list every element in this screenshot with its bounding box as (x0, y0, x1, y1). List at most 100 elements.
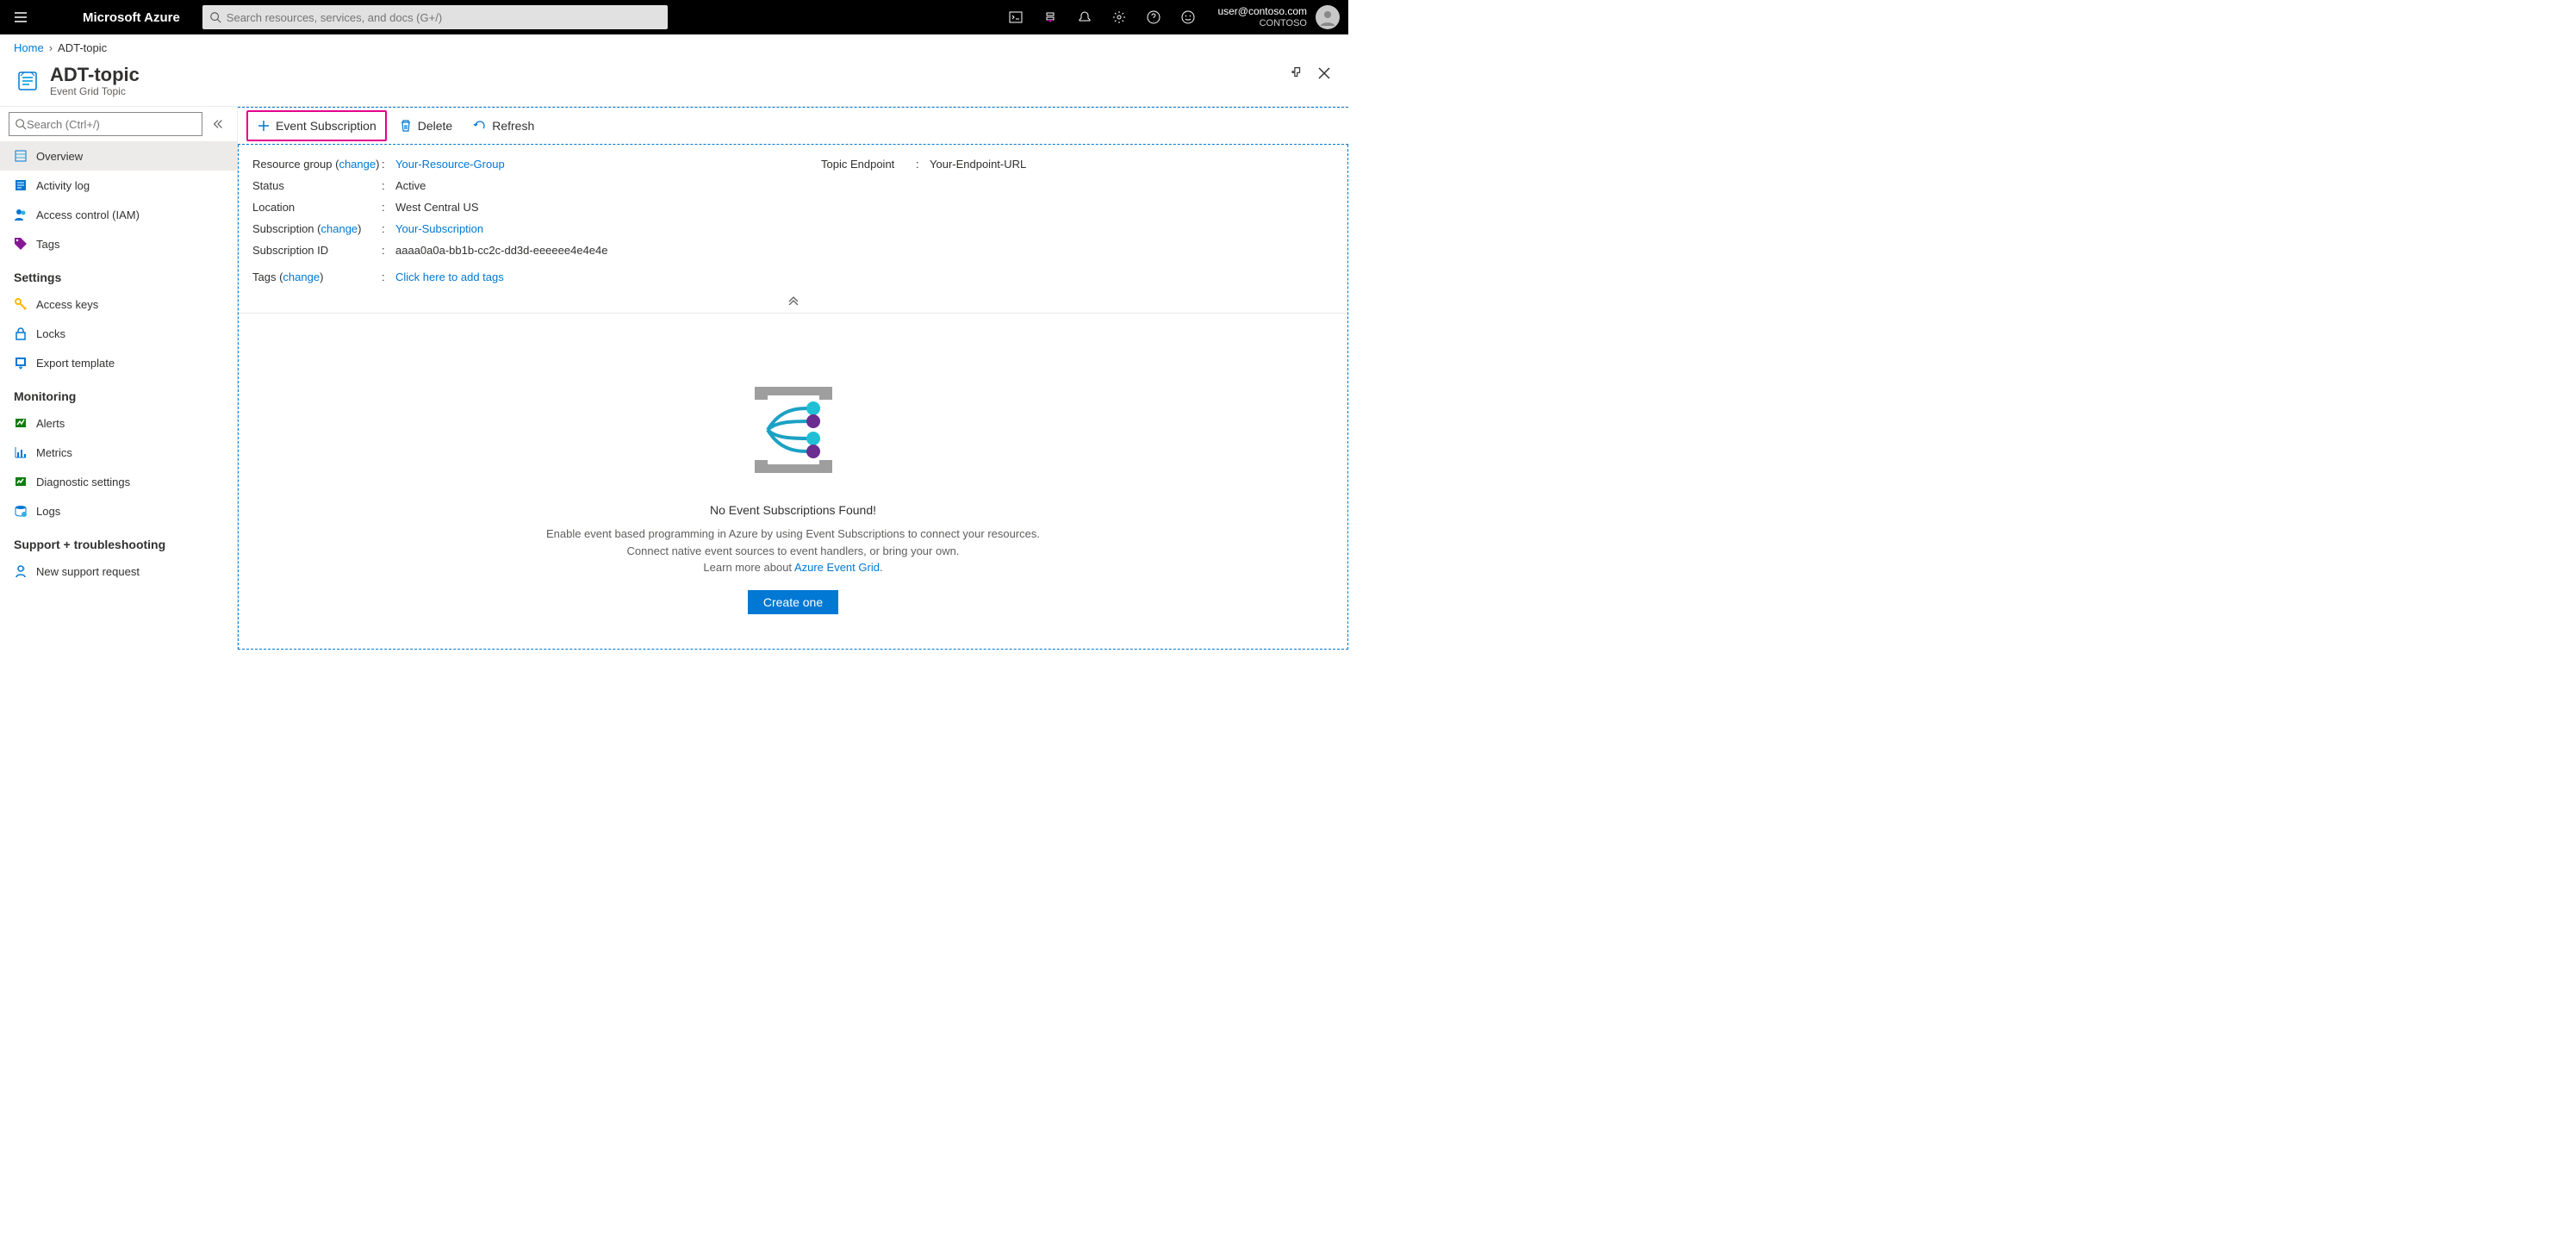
event-subscription-button[interactable]: Event Subscription (246, 110, 387, 141)
command-bar: Event Subscription Delete Refresh (238, 107, 1348, 145)
overview-icon (14, 149, 28, 163)
avatar[interactable] (1316, 5, 1340, 29)
nav-logs[interactable]: Logs (0, 496, 237, 526)
collapse-sidebar-button[interactable] (208, 114, 228, 134)
breadcrumb: Home › ADT-topic (0, 34, 1348, 61)
help-icon[interactable] (1136, 0, 1171, 34)
empty-state-desc-2: Connect native event sources to event ha… (256, 543, 1330, 560)
key-icon (14, 297, 28, 311)
feedback-icon[interactable] (1171, 0, 1205, 34)
plus-icon (257, 119, 271, 133)
tags-change-link[interactable]: change (283, 271, 320, 283)
nav-label: Locks (36, 327, 65, 340)
empty-state-desc-1: Enable event based programming in Azure … (256, 526, 1330, 543)
refresh-button[interactable]: Refresh (464, 112, 543, 140)
nav-label: Activity log (36, 179, 90, 192)
nav-label: Diagnostic settings (36, 476, 130, 488)
delete-icon (399, 119, 413, 133)
nav-label: Metrics (36, 446, 72, 459)
event-grid-illustration-icon (729, 374, 858, 486)
account-tenant: CONTOSO (1260, 18, 1307, 29)
nav-overview[interactable]: Overview (0, 141, 237, 171)
activity-log-icon (14, 178, 28, 192)
main-content: Event Subscription Delete Refresh Resour… (238, 107, 1348, 650)
brand-label: Microsoft Azure (41, 10, 194, 25)
close-icon[interactable] (1317, 66, 1335, 84)
status-value: Active (395, 179, 426, 192)
nav-label: Overview (36, 150, 83, 163)
nav-label: Logs (36, 505, 60, 518)
nav-export-template[interactable]: Export template (0, 348, 237, 377)
delete-button[interactable]: Delete (390, 112, 461, 140)
subscription-id-value: aaaa0a0a-bb1b-cc2c-dd3d-eeeeee4e4e4e (395, 244, 608, 257)
nav-locks[interactable]: Locks (0, 319, 237, 348)
nav-diagnostic-settings[interactable]: Diagnostic settings (0, 467, 237, 496)
notifications-icon[interactable] (1067, 0, 1102, 34)
pin-icon[interactable] (1290, 66, 1307, 84)
resource-group-label: Resource group (252, 158, 333, 171)
hamburger-menu[interactable] (0, 0, 41, 34)
collapse-essentials-button[interactable] (239, 293, 1347, 314)
nav-access-control[interactable]: Access control (IAM) (0, 200, 237, 229)
empty-state-desc-3-prefix: Learn more about (703, 561, 794, 574)
cmd-label: Event Subscription (276, 119, 376, 133)
global-search[interactable] (202, 5, 668, 29)
settings-icon[interactable] (1102, 0, 1136, 34)
chevron-right-icon: › (49, 41, 53, 54)
breadcrumb-current: ADT-topic (58, 41, 107, 54)
resource-sidebar: Overview Activity log Access control (IA… (0, 107, 238, 650)
page-title: ADT-topic (50, 65, 140, 85)
azure-event-grid-link[interactable]: Azure Event Grid (794, 561, 880, 574)
empty-state-title: No Event Subscriptions Found! (256, 503, 1330, 517)
nav-label: New support request (36, 565, 140, 578)
nav-activity-log[interactable]: Activity log (0, 171, 237, 200)
logs-icon (14, 504, 28, 518)
nav-tags[interactable]: Tags (0, 229, 237, 258)
location-value: West Central US (395, 201, 479, 214)
search-icon (15, 118, 27, 130)
cmd-label: Refresh (492, 119, 534, 133)
alerts-icon (14, 416, 28, 430)
event-grid-topic-icon (14, 67, 41, 95)
lock-icon (14, 327, 28, 340)
empty-state: No Event Subscriptions Found! Enable eve… (239, 314, 1347, 649)
nav-access-keys[interactable]: Access keys (0, 289, 237, 319)
section-settings: Settings (0, 258, 237, 289)
support-icon (14, 564, 28, 578)
subscription-id-label: Subscription ID (252, 244, 382, 257)
topic-endpoint-value: Your-Endpoint-URL (930, 158, 1026, 171)
nav-new-support-request[interactable]: New support request (0, 557, 237, 586)
create-one-button[interactable]: Create one (748, 590, 838, 614)
essentials-panel: Resource group (change) : Your-Resource-… (239, 145, 1347, 293)
nav-alerts[interactable]: Alerts (0, 408, 237, 438)
topbar-right: user@contoso.com CONTOSO (999, 0, 1348, 34)
account-info[interactable]: user@contoso.com CONTOSO (1205, 5, 1312, 29)
tags-icon (14, 237, 28, 251)
subscription-value[interactable]: Your-Subscription (395, 222, 483, 235)
cmd-label: Delete (418, 119, 452, 133)
sidebar-search[interactable] (9, 112, 202, 136)
nav-label: Tags (36, 238, 59, 251)
section-monitoring: Monitoring (0, 377, 237, 408)
tags-label: Tags (252, 271, 276, 283)
directories-icon[interactable] (1033, 0, 1067, 34)
tags-add-link[interactable]: Click here to add tags (395, 271, 504, 283)
breadcrumb-home[interactable]: Home (14, 41, 44, 54)
account-email: user@contoso.com (1217, 5, 1307, 17)
metrics-icon (14, 445, 28, 459)
subscription-change-link[interactable]: change (321, 222, 358, 235)
refresh-icon (473, 119, 487, 133)
page-header: ADT-topic Event Grid Topic (0, 61, 1348, 107)
top-bar: Microsoft Azure user@contoso.com CONTOSO (0, 0, 1348, 34)
global-search-input[interactable] (227, 11, 661, 24)
location-label: Location (252, 201, 382, 214)
sidebar-search-input[interactable] (27, 118, 196, 131)
resource-group-value[interactable]: Your-Resource-Group (395, 158, 505, 171)
nav-metrics[interactable]: Metrics (0, 438, 237, 467)
cloud-shell-icon[interactable] (999, 0, 1033, 34)
diagnostic-settings-icon (14, 475, 28, 488)
search-icon (209, 11, 221, 23)
chevron-up-icon (787, 296, 800, 305)
resource-group-change-link[interactable]: change (339, 158, 376, 171)
topic-endpoint-label: Topic Endpoint (821, 158, 916, 171)
